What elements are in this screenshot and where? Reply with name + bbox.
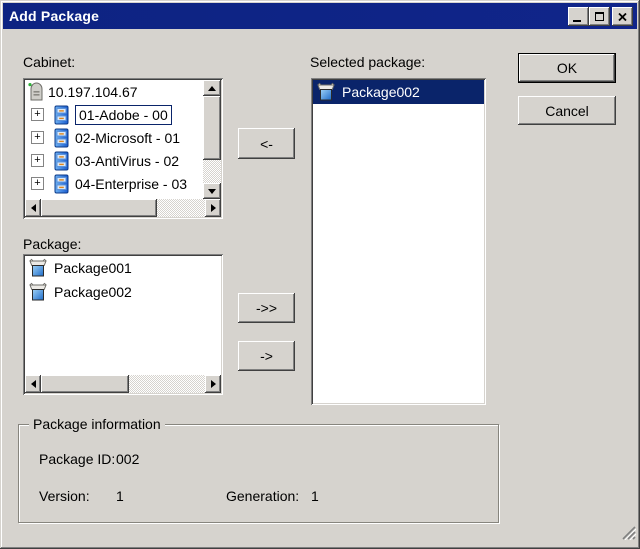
scroll-up-button[interactable] bbox=[203, 80, 221, 96]
minimize-button[interactable] bbox=[568, 7, 589, 26]
move-right-button[interactable]: -> bbox=[238, 341, 295, 371]
scroll-left-button[interactable] bbox=[25, 375, 41, 393]
generation-label: Generation: bbox=[226, 488, 299, 504]
titlebar[interactable]: Add Package bbox=[3, 3, 637, 29]
package-icon bbox=[28, 282, 48, 302]
scroll-thumb[interactable] bbox=[41, 375, 129, 393]
cabinet-tree-rows: 10.197.104.67 + 01-Adob bbox=[25, 80, 203, 199]
scroll-thumb[interactable] bbox=[203, 96, 221, 160]
package-information-title: Package information bbox=[29, 416, 165, 432]
scroll-down-button[interactable] bbox=[203, 183, 221, 199]
titlebar-buttons bbox=[568, 7, 633, 26]
add-package-dialog: Add Package Cabinet: bbox=[0, 0, 640, 549]
scroll-thumb[interactable] bbox=[41, 199, 157, 217]
expand-plus-icon[interactable]: + bbox=[31, 108, 44, 121]
selected-package-label: Selected package: bbox=[310, 54, 425, 70]
package-row[interactable]: Package002 bbox=[25, 280, 221, 304]
tree-root-row[interactable]: 10.197.104.67 bbox=[25, 80, 203, 103]
package-name: Package001 bbox=[54, 260, 132, 276]
version-value: 1 bbox=[116, 488, 124, 504]
maximize-button[interactable] bbox=[589, 7, 610, 26]
scroll-right-button[interactable] bbox=[205, 199, 221, 217]
cabinet-icon bbox=[51, 151, 71, 171]
minimize-icon bbox=[573, 20, 581, 22]
tree-item[interactable]: + 02-Microsoft - 01 bbox=[25, 126, 203, 149]
expand-plus-icon[interactable]: + bbox=[31, 177, 44, 190]
close-icon bbox=[618, 13, 627, 21]
selected-package-row[interactable]: Package002 bbox=[313, 80, 484, 104]
arrow-down-icon bbox=[208, 189, 216, 194]
arrow-left-icon bbox=[31, 380, 36, 388]
cabinet-horizontal-scrollbar[interactable] bbox=[25, 199, 221, 217]
arrow-right-icon bbox=[211, 204, 216, 212]
arrow-up-icon bbox=[208, 86, 216, 91]
package-icon bbox=[316, 82, 336, 102]
arrow-right-icon bbox=[211, 380, 216, 388]
package-id-label: Package ID: bbox=[39, 451, 115, 467]
window-title: Add Package bbox=[9, 8, 99, 24]
resize-grip[interactable] bbox=[619, 523, 636, 545]
package-id-value: 002 bbox=[116, 451, 139, 467]
tree-item[interactable]: + 03-AntiVirus - 02 bbox=[25, 149, 203, 172]
cabinet-label: Cabinet: bbox=[23, 54, 75, 70]
maximize-icon bbox=[595, 12, 604, 21]
version-label: Version: bbox=[39, 488, 90, 504]
package-horizontal-scrollbar[interactable] bbox=[25, 375, 221, 393]
cabinet-icon bbox=[51, 174, 71, 194]
package-information-groupbox: Package information Package ID: 002 Vers… bbox=[18, 424, 499, 523]
cabinet-tree[interactable]: 10.197.104.67 + 01-Adob bbox=[23, 78, 223, 219]
move-all-right-button[interactable]: ->> bbox=[238, 293, 295, 323]
package-label: Package: bbox=[23, 236, 81, 252]
expand-plus-icon[interactable]: + bbox=[31, 154, 44, 167]
tree-item-label[interactable]: 04-Enterprise - 03 bbox=[75, 176, 187, 192]
tree-root-label: 10.197.104.67 bbox=[48, 84, 138, 100]
generation-value: 1 bbox=[311, 488, 319, 504]
cabinet-icon bbox=[51, 128, 71, 148]
expand-plus-icon[interactable]: + bbox=[31, 131, 44, 144]
package-name: Package002 bbox=[54, 284, 132, 300]
tree-item[interactable]: + 01-Adobe - 00 bbox=[25, 103, 203, 126]
selected-package-name: Package002 bbox=[342, 84, 420, 100]
ok-button[interactable]: OK bbox=[518, 53, 616, 83]
cancel-button[interactable]: Cancel bbox=[518, 96, 616, 125]
tree-item-label[interactable]: 02-Microsoft - 01 bbox=[75, 130, 180, 146]
server-icon bbox=[27, 82, 46, 102]
scroll-left-button[interactable] bbox=[25, 199, 41, 217]
package-icon bbox=[28, 258, 48, 278]
selected-package-list[interactable]: Package002 bbox=[311, 78, 486, 405]
cabinet-icon bbox=[51, 105, 71, 125]
package-rows: Package001 Package002 bbox=[25, 256, 221, 375]
move-left-button[interactable]: <- bbox=[238, 128, 295, 159]
close-button[interactable] bbox=[612, 7, 633, 26]
tree-item[interactable]: + 04-Enterprise - 03 bbox=[25, 172, 203, 195]
selected-package-rows: Package002 bbox=[313, 80, 484, 403]
package-list[interactable]: Package001 Package002 bbox=[23, 254, 223, 395]
arrow-left-icon bbox=[31, 204, 36, 212]
tree-item-label-focused[interactable]: 01-Adobe - 00 bbox=[75, 105, 172, 125]
tree-item-label[interactable]: 03-AntiVirus - 02 bbox=[75, 153, 179, 169]
package-row[interactable]: Package001 bbox=[25, 256, 221, 280]
scroll-right-button[interactable] bbox=[205, 375, 221, 393]
cabinet-vertical-scrollbar[interactable] bbox=[203, 80, 221, 199]
